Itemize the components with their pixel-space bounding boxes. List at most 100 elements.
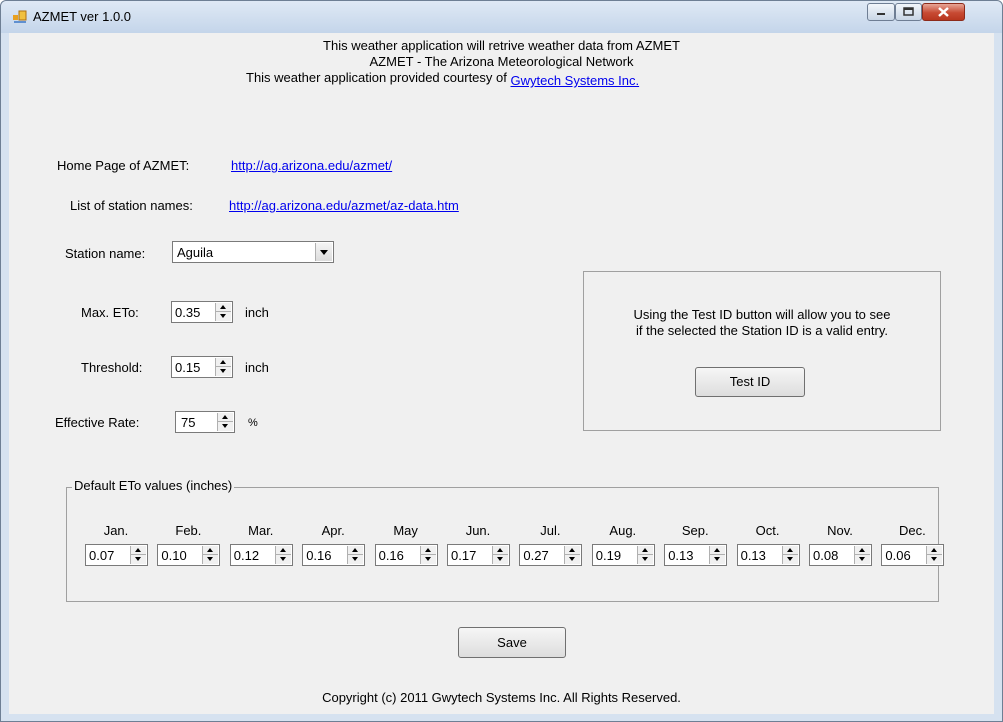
spin-up-icon[interactable] <box>275 546 291 555</box>
month-label: Oct. <box>755 523 780 538</box>
spin-down-icon[interactable] <box>927 555 942 564</box>
month-eto-value: 0.10 <box>161 548 187 563</box>
spin-up-icon[interactable] <box>710 546 726 555</box>
spin-down-icon[interactable] <box>638 555 653 564</box>
spin-down-icon[interactable] <box>855 555 870 564</box>
threshold-value: 0.15 <box>175 360 201 375</box>
effective-rate-value: 75 <box>181 415 196 430</box>
station-list-link[interactable]: http://ag.arizona.edu/azmet/az-data.htm <box>229 198 459 213</box>
test-id-help-line-1: Using the Test ID button will allow you … <box>633 307 891 322</box>
app-icon <box>13 10 27 23</box>
month-eto-spinner[interactable]: 0.07 <box>85 544 148 566</box>
month-eto-spinner[interactable]: 0.17 <box>447 544 510 566</box>
spin-down-icon[interactable] <box>131 555 146 564</box>
save-button[interactable]: Save <box>458 627 566 658</box>
spin-up-icon[interactable] <box>637 546 653 555</box>
spin-down-icon[interactable] <box>565 555 580 564</box>
chevron-down-icon[interactable] <box>315 243 332 261</box>
spin-down-icon[interactable] <box>783 555 798 564</box>
month-eto-spinner[interactable]: 0.13 <box>664 544 728 566</box>
month-label: Dec. <box>899 523 926 538</box>
month-eto-value: 0.19 <box>595 548 622 563</box>
month-label: Sep. <box>681 523 709 538</box>
spin-up-icon[interactable] <box>855 546 870 555</box>
month-eto-spinner[interactable]: 0.13 <box>736 544 800 566</box>
month-eto-value: 0.13 <box>740 548 766 563</box>
month-eto-value: 0.12 <box>233 548 260 563</box>
month-label: Feb. <box>175 523 202 538</box>
window-title: AZMET ver 1.0.0 <box>33 9 132 24</box>
spin-down-icon[interactable] <box>216 367 231 376</box>
month-eto-value: 0.06 <box>885 548 911 563</box>
spin-up-icon[interactable] <box>216 303 231 312</box>
spin-down-icon[interactable] <box>348 555 363 564</box>
spin-up-icon[interactable] <box>782 546 798 555</box>
intro-line-2: AZMET - The Arizona Meteorological Netwo… <box>369 54 634 69</box>
month-label: Jul. <box>540 523 561 538</box>
max-eto-label: Max. ETo: <box>81 305 139 320</box>
spin-up-icon[interactable] <box>218 413 233 422</box>
month-label: Nov. <box>827 523 853 538</box>
spin-up-icon[interactable] <box>927 546 943 555</box>
threshold-spinner[interactable]: 0.15 <box>171 356 233 378</box>
station-name-label: Station name: <box>65 246 146 261</box>
home-page-label: Home Page of AZMET: <box>57 158 190 173</box>
month-eto-spinner[interactable]: 0.16 <box>374 544 438 566</box>
close-icon <box>938 7 949 17</box>
month-eto-spinner[interactable]: 0.19 <box>591 544 655 566</box>
max-eto-value: 0.35 <box>175 305 201 320</box>
month-eto-value: 0.08 <box>813 548 839 563</box>
spin-up-icon[interactable] <box>348 546 364 555</box>
month-eto-spinner[interactable]: 0.08 <box>809 544 872 566</box>
test-id-help-line-2: if the selected the Station ID is a vali… <box>636 323 888 338</box>
month-label: Jan. <box>103 523 129 538</box>
courtesy-link[interactable]: Gwytech Systems Inc. <box>511 73 640 88</box>
month-eto-spinner[interactable]: 0.27 <box>519 544 583 566</box>
copyright-text: Copyright (c) 2011 Gwytech Systems Inc. … <box>322 690 681 705</box>
month-eto-value: 0.27 <box>523 548 549 563</box>
station-name-dropdown[interactable]: Aguila <box>172 241 334 263</box>
default-eto-group-title: Default ETo values (inches) <box>72 478 235 493</box>
spin-down-icon[interactable] <box>710 555 725 564</box>
threshold-unit: inch <box>245 360 269 375</box>
spin-up-icon[interactable] <box>131 546 146 555</box>
month-label: May <box>393 523 418 538</box>
spin-up-icon[interactable] <box>565 546 581 555</box>
month-label: Aug. <box>609 523 637 538</box>
spin-up-icon[interactable] <box>420 546 436 555</box>
month-eto-value: 0.16 <box>306 548 332 563</box>
month-label: Jun. <box>465 523 491 538</box>
spin-down-icon[interactable] <box>216 312 231 321</box>
spin-down-icon[interactable] <box>203 555 218 564</box>
form-client-area: This weather application will retrive we… <box>9 33 994 714</box>
month-eto-spinner[interactable]: 0.12 <box>229 544 293 566</box>
maximize-icon <box>903 7 914 16</box>
close-button[interactable] <box>922 3 965 21</box>
home-page-link[interactable]: http://ag.arizona.edu/azmet/ <box>231 158 392 173</box>
maximize-button[interactable] <box>895 3 922 21</box>
month-eto-spinner[interactable]: 0.16 <box>302 544 366 566</box>
station-list-label: List of station names: <box>70 198 193 213</box>
month-eto-spinner[interactable]: 0.06 <box>881 544 945 566</box>
threshold-label: Threshold: <box>81 360 143 375</box>
station-name-value: Aguila <box>177 245 214 260</box>
month-eto-spinner[interactable]: 0.10 <box>157 544 221 566</box>
max-eto-spinner[interactable]: 0.35 <box>171 301 233 323</box>
minimize-button[interactable] <box>867 3 895 21</box>
test-id-button[interactable]: Test ID <box>695 367 805 397</box>
spin-down-icon[interactable] <box>421 555 436 564</box>
month-eto-value: 0.17 <box>451 548 477 563</box>
effective-rate-spinner[interactable]: 75 <box>175 411 235 433</box>
month-eto-value: 0.13 <box>668 548 694 563</box>
minimize-icon <box>877 13 885 15</box>
title-bar[interactable]: AZMET ver 1.0.0 <box>1 1 1002 33</box>
spin-up-icon[interactable] <box>493 546 508 555</box>
spin-down-icon[interactable] <box>493 555 508 564</box>
spin-up-icon[interactable] <box>203 546 219 555</box>
app-window: AZMET ver 1.0.0 This weather application… <box>0 0 1003 722</box>
spin-down-icon[interactable] <box>218 422 233 431</box>
spin-up-icon[interactable] <box>216 358 231 367</box>
month-label: Mar. <box>248 523 274 538</box>
intro-line-3: This weather application provided courte… <box>246 70 507 85</box>
spin-down-icon[interactable] <box>276 555 291 564</box>
